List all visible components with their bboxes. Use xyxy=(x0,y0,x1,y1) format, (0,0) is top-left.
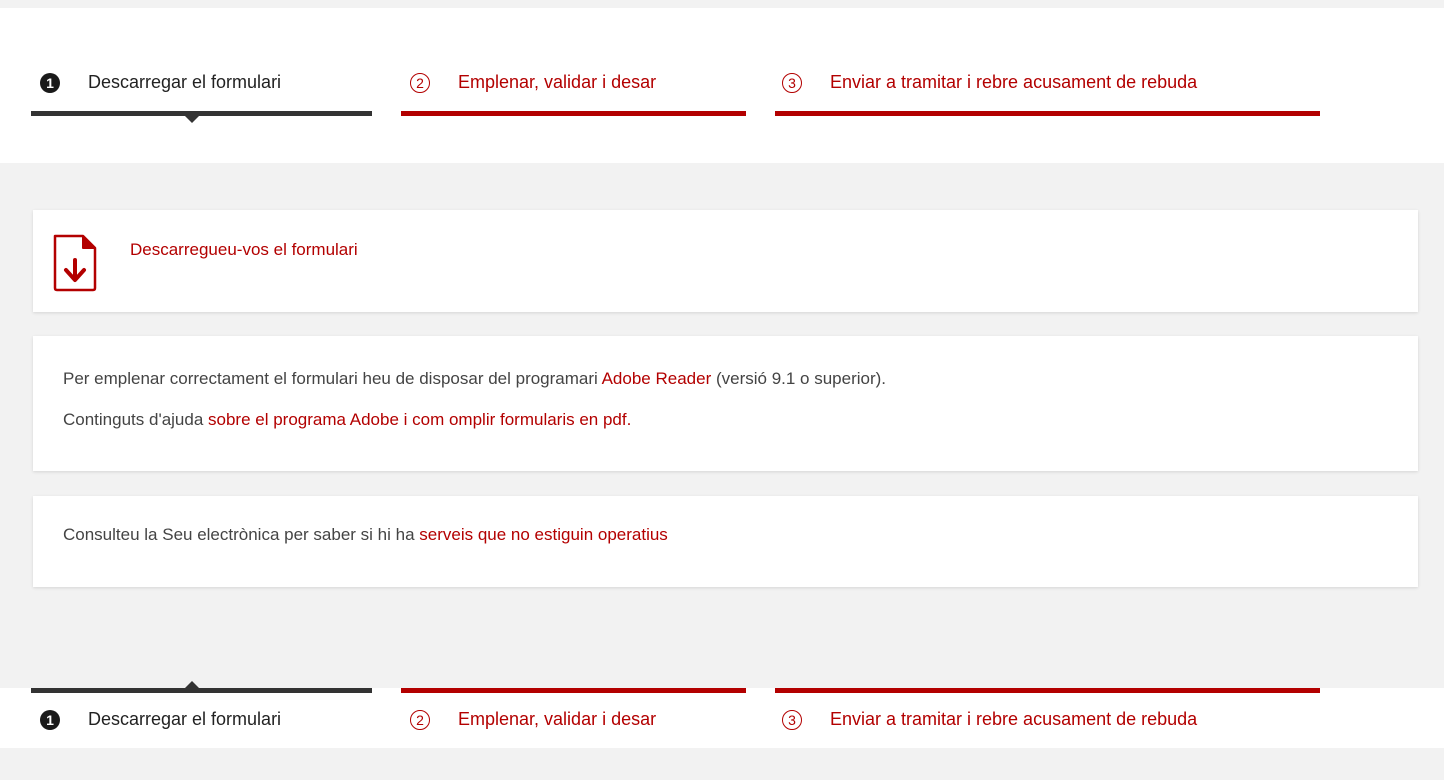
step-label-1: Descarregar el formulari xyxy=(88,72,282,92)
help-text: Continguts d'ajuda sobre el programa Ado… xyxy=(63,410,631,430)
bottom-step-label-2: Emplenar, validar i desar xyxy=(458,709,657,729)
services-not-operative-link[interactable]: serveis que no estiguin operatius xyxy=(419,525,668,544)
service-status-card: Consulteu la Seu electrònica per saber s… xyxy=(33,496,1418,587)
active-step-caret-down-icon xyxy=(185,116,199,123)
download-card: Descarregueu-vos el formulari xyxy=(33,210,1418,312)
top-strip xyxy=(0,0,1444,8)
service-status-text: Consulteu la Seu electrònica per saber s… xyxy=(63,525,668,545)
download-form-link[interactable]: Descarregueu-vos el formulari xyxy=(130,240,358,260)
step-number-2: 2 xyxy=(410,72,430,93)
step-number-1: 1 xyxy=(40,72,60,93)
bottom-step-1-download[interactable]: 1 Descarregar el formulari xyxy=(40,709,281,730)
help-text-start: Continguts d'ajuda xyxy=(63,410,209,429)
step-3-underline xyxy=(775,111,1320,116)
bottom-step-1-overline xyxy=(31,688,372,693)
bottom-step-3-overline xyxy=(775,688,1320,693)
step-2-underline xyxy=(401,111,746,116)
bottom-step-2-overline xyxy=(401,688,746,693)
step-label-3: Enviar a tramitar i rebre acusament de r… xyxy=(830,72,1198,92)
steps-nav-top: 1 Descarregar el formulari 2 Emplenar, v… xyxy=(0,60,1444,123)
bottom-step-number-3: 3 xyxy=(782,709,802,730)
requirements-text-end: (versió 9.1 o superior). xyxy=(711,369,887,388)
step-label-2: Emplenar, validar i desar xyxy=(458,72,657,92)
bottom-step-label-3: Enviar a tramitar i rebre acusament de r… xyxy=(830,709,1198,729)
steps-nav-bottom: 1 Descarregar el formulari 2 Emplenar, v… xyxy=(0,675,1444,735)
step-1-underline xyxy=(31,111,372,116)
requirements-card: Per emplenar correctament el formulari h… xyxy=(33,336,1418,471)
bottom-step-label-1: Descarregar el formulari xyxy=(88,709,282,729)
page-bottom-area xyxy=(0,748,1444,780)
service-status-text-start: Consulteu la Seu electrònica per saber s… xyxy=(63,525,420,544)
active-step-caret-up-icon xyxy=(185,681,199,688)
bottom-step-3-send[interactable]: 3 Enviar a tramitar i rebre acusament de… xyxy=(782,709,1197,730)
adobe-help-link[interactable]: sobre el programa Adobe i com omplir for… xyxy=(208,410,631,429)
requirements-text-start: Per emplenar correctament el formulari h… xyxy=(63,369,602,388)
bottom-step-2-fill[interactable]: 2 Emplenar, validar i desar xyxy=(410,709,656,730)
step-3-send[interactable]: 3 Enviar a tramitar i rebre acusament de… xyxy=(782,72,1197,93)
step-number-3: 3 xyxy=(782,72,802,93)
bottom-step-number-1: 1 xyxy=(40,709,60,730)
adobe-reader-link[interactable]: Adobe Reader xyxy=(602,369,712,388)
step-1-download[interactable]: 1 Descarregar el formulari xyxy=(40,72,281,93)
step-2-fill[interactable]: 2 Emplenar, validar i desar xyxy=(410,72,656,93)
pdf-download-icon[interactable] xyxy=(51,232,99,294)
requirements-text: Per emplenar correctament el formulari h… xyxy=(63,369,886,389)
bottom-step-number-2: 2 xyxy=(410,709,430,730)
